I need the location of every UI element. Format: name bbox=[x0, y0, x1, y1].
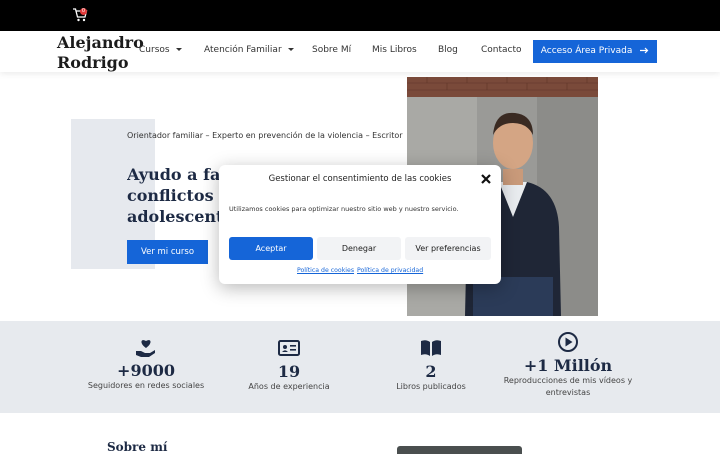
privacy-policy-link[interactable]: Política de privacidad bbox=[357, 267, 423, 274]
close-icon[interactable] bbox=[480, 173, 492, 185]
view-preferences-button[interactable]: Ver preferencias bbox=[405, 237, 491, 260]
stat-label: Reproducciones de mis vídeos y entrevist… bbox=[497, 375, 639, 399]
stat-books: 2 Libros publicados bbox=[371, 321, 491, 393]
hero-subtitle: Orientador familiar – Experto en prevenc… bbox=[127, 131, 403, 140]
cart-count-badge: 0 bbox=[80, 8, 87, 15]
stat-number: +1 Millón bbox=[523, 356, 613, 375]
stat-followers: +9000 Seguidores en redes sociales bbox=[80, 321, 212, 392]
site-logo[interactable]: Alejandro Rodrigo bbox=[57, 33, 144, 73]
about-heading: Sobre mí bbox=[107, 440, 168, 454]
cookie-modal-title: Gestionar el consentimiento de las cooki… bbox=[268, 174, 452, 184]
private-area-label: Acceso Área Privada bbox=[540, 46, 633, 56]
chevron-down-icon bbox=[287, 48, 294, 51]
stat-label: Años de experiencia bbox=[248, 382, 330, 391]
book-icon bbox=[421, 340, 441, 356]
cookie-policy-link[interactable]: Política de cookies bbox=[297, 267, 354, 274]
private-area-button[interactable]: Acceso Área Privada bbox=[533, 40, 657, 63]
accept-cookies-button[interactable]: Aceptar bbox=[229, 237, 313, 260]
stat-label-line-2: entrevistas bbox=[545, 388, 591, 397]
stat-views: +1 Millón Reproducciones de mis vídeos y… bbox=[497, 321, 639, 399]
view-course-button[interactable]: Ver mi curso bbox=[127, 240, 208, 264]
logo-line-1: Alejandro bbox=[57, 33, 144, 52]
stat-label-line-1: Reproducciones de mis vídeos y bbox=[503, 376, 633, 385]
nav-item-contacto[interactable]: Contacto bbox=[481, 45, 522, 55]
stat-number: +9000 bbox=[117, 361, 175, 380]
id-card-icon bbox=[278, 340, 300, 356]
nav-label: Cursos bbox=[139, 45, 170, 55]
chevron-down-icon bbox=[175, 48, 182, 51]
stat-number: 2 bbox=[425, 362, 437, 381]
site-header: Alejandro Rodrigo Cursos Atención Famili… bbox=[0, 31, 720, 72]
top-bar: 0 bbox=[0, 0, 720, 31]
stat-number: 19 bbox=[277, 362, 301, 381]
play-circle-icon bbox=[558, 332, 578, 352]
cookie-consent-modal: Gestionar el consentimiento de las cooki… bbox=[219, 165, 501, 284]
deny-cookies-button[interactable]: Denegar bbox=[317, 237, 401, 260]
nav-item-sobre-mi[interactable]: Sobre Mí bbox=[312, 45, 351, 55]
arrow-right-icon bbox=[640, 47, 649, 54]
nav-item-cursos[interactable]: Cursos bbox=[139, 45, 182, 55]
nav-item-mis-libros[interactable]: Mis Libros bbox=[372, 45, 417, 55]
logo-line-2: Rodrigo bbox=[57, 53, 129, 72]
cookie-modal-text: Utilizamos cookies para optimizar nuestr… bbox=[229, 205, 459, 213]
stat-label: Libros publicados bbox=[396, 382, 466, 391]
heart-hand-icon bbox=[136, 340, 155, 357]
stat-label: Seguidores en redes sociales bbox=[87, 381, 205, 390]
nav-label: Atención Familiar bbox=[204, 45, 282, 55]
nav-item-atencion-familiar[interactable]: Atención Familiar bbox=[204, 45, 294, 55]
nav-item-blog[interactable]: Blog bbox=[438, 45, 458, 55]
stat-experience: 19 Años de experiencia bbox=[226, 321, 352, 393]
about-image bbox=[397, 446, 522, 454]
stats-band: +9000 Seguidores en redes sociales 19 Añ… bbox=[0, 321, 720, 413]
